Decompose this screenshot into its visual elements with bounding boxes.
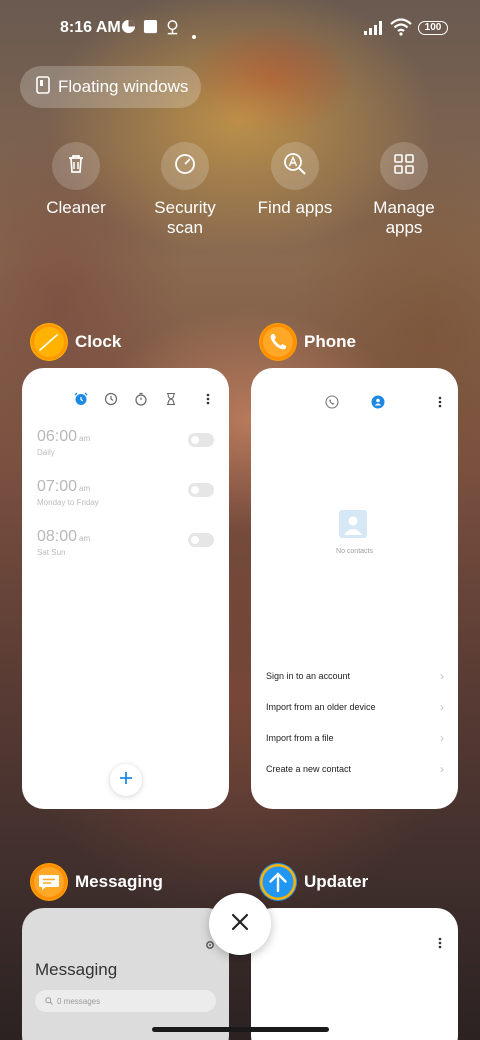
- phone-app-card[interactable]: No contacts Sign in to an account › Impor…: [251, 368, 458, 809]
- phone-app-header[interactable]: Phone: [259, 323, 356, 361]
- find-apps-button[interactable]: Find apps: [245, 142, 345, 218]
- manage-apps-button[interactable]: Manage apps: [354, 142, 454, 238]
- manage-apps-label: Manage apps: [373, 198, 435, 237]
- search-placeholder: 0 messages: [57, 996, 101, 1006]
- updater-more-icon[interactable]: [438, 936, 442, 950]
- updater-app-icon: [259, 863, 297, 901]
- no-contacts-text: No contacts: [336, 548, 373, 555]
- notification-location-icon: [165, 19, 180, 40]
- home-gesture-bar[interactable]: [152, 1027, 329, 1032]
- contact-placeholder-icon: [339, 510, 367, 543]
- floating-windows-label: Floating windows: [58, 77, 189, 96]
- messaging-title: Messaging: [35, 960, 118, 979]
- notification-pie-icon: [121, 19, 136, 39]
- floating-windows-button[interactable]: Floating windows: [20, 66, 201, 108]
- alarm-repeat: Daily: [37, 448, 55, 457]
- clock-app-icon: [30, 323, 68, 361]
- alarm-time: 06:00: [37, 428, 78, 445]
- alarm-time: 08:00: [37, 528, 78, 545]
- phone-more-icon[interactable]: [438, 395, 442, 409]
- security-scan-button[interactable]: Security scan: [135, 142, 235, 238]
- plus-icon: [119, 771, 133, 790]
- find-apps-icon: [283, 152, 307, 181]
- wifi-icon: [390, 18, 412, 41]
- clock-app-header[interactable]: Clock: [30, 323, 121, 361]
- messaging-app-name: Messaging: [75, 872, 163, 891]
- option-label: Import from an older device: [266, 702, 376, 712]
- messaging-app-card[interactable]: Messaging 0 messages: [22, 908, 229, 1040]
- alarm-repeat: Monday to Friday: [37, 498, 99, 507]
- option-label: Sign in to an account: [266, 671, 351, 681]
- option-label: Create a new contact: [266, 764, 352, 774]
- alarm-toggle[interactable]: [188, 533, 214, 547]
- chevron-right-icon: ›: [440, 731, 444, 745]
- updater-app-card[interactable]: [251, 908, 458, 1040]
- notification-square-icon: [143, 19, 158, 39]
- security-scan-icon: [174, 153, 196, 180]
- clock-more-icon[interactable]: [206, 392, 210, 406]
- clear-all-button[interactable]: [209, 893, 271, 955]
- security-scan-label: Security scan: [154, 198, 216, 237]
- recents-tab-icon[interactable]: [325, 395, 339, 409]
- alarm-tab-icon[interactable]: [74, 392, 88, 406]
- chevron-right-icon: ›: [440, 762, 444, 776]
- alarm-toggle[interactable]: [188, 433, 214, 447]
- messaging-app-icon: [30, 863, 68, 901]
- alarm-item[interactable]: 08:00 am Sat Sun: [37, 528, 214, 568]
- add-alarm-button[interactable]: [110, 764, 142, 796]
- contacts-tab-icon[interactable]: [371, 395, 385, 409]
- close-icon: [231, 913, 249, 936]
- messages-search-input[interactable]: 0 messages: [35, 990, 216, 1012]
- cleaner-button[interactable]: Cleaner: [26, 142, 126, 218]
- messaging-app-header[interactable]: Messaging: [30, 863, 163, 901]
- timer-tab-icon[interactable]: [164, 392, 178, 406]
- status-time: 8:16 AM: [60, 19, 121, 36]
- updater-app-name: Updater: [304, 872, 369, 891]
- alarm-ampm: am: [79, 484, 91, 493]
- alarm-ampm: am: [79, 534, 91, 543]
- phone-app-icon: [259, 323, 297, 361]
- updater-app-header[interactable]: Updater: [259, 863, 368, 901]
- status-bar: 8:16 AM 100: [0, 0, 480, 56]
- alarm-repeat: Sat Sun: [37, 548, 66, 557]
- grid-icon: [394, 153, 414, 179]
- phone-app-name: Phone: [304, 332, 356, 351]
- trash-icon: [66, 154, 86, 179]
- battery-indicator: 100: [418, 21, 448, 35]
- import-older-device-option[interactable]: Import from an older device ›: [266, 697, 444, 717]
- more-notifications-dot-icon: [192, 26, 196, 44]
- find-apps-label: Find apps: [257, 198, 333, 217]
- create-contact-option[interactable]: Create a new contact ›: [266, 759, 444, 779]
- alarm-time: 07:00: [37, 478, 78, 495]
- chevron-right-icon: ›: [440, 700, 444, 714]
- alarm-ampm: am: [79, 434, 91, 443]
- import-file-option[interactable]: Import from a file ›: [266, 728, 444, 748]
- cleaner-label: Cleaner: [46, 198, 106, 217]
- alarm-item[interactable]: 07:00 am Monday to Friday: [37, 478, 214, 518]
- sign-in-option[interactable]: Sign in to an account ›: [266, 666, 444, 686]
- world-clock-tab-icon[interactable]: [104, 392, 118, 406]
- clock-app-card[interactable]: 06:00 am Daily 07:00 am Monday to Friday 0…: [22, 368, 229, 809]
- floating-window-icon: [36, 75, 50, 99]
- signal-icon: [364, 21, 386, 40]
- chevron-right-icon: ›: [440, 669, 444, 683]
- stopwatch-tab-icon[interactable]: [134, 392, 148, 406]
- alarm-item[interactable]: 06:00 am Daily: [37, 428, 214, 468]
- clock-app-name: Clock: [75, 332, 122, 351]
- search-icon: [45, 992, 53, 1010]
- option-label: Import from a file: [266, 733, 334, 743]
- alarm-toggle[interactable]: [188, 483, 214, 497]
